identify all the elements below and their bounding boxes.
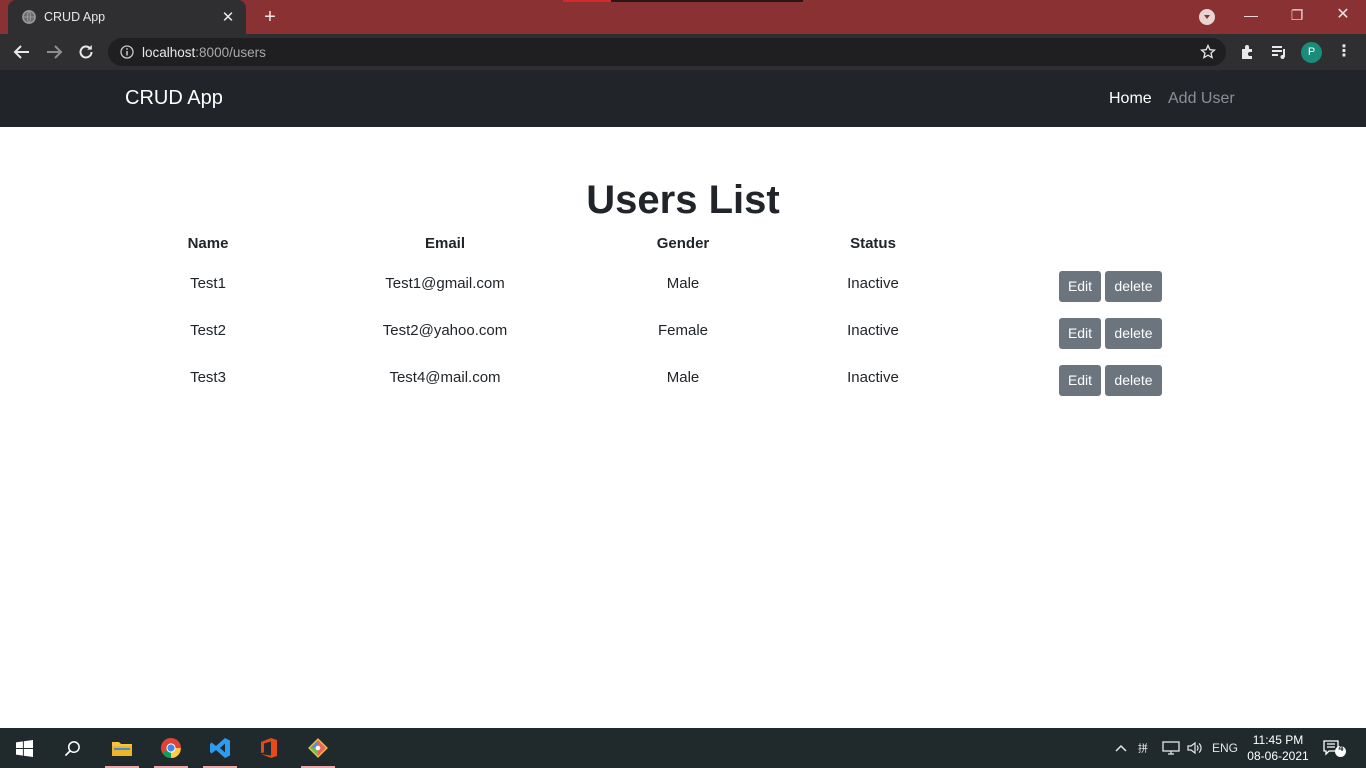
file-explorer-icon[interactable] [102, 728, 142, 768]
input-method-icon[interactable]: 拼 [1138, 728, 1156, 768]
cell-name: Test3 [190, 369, 226, 386]
cell-gender: Male [666, 275, 700, 292]
globe-icon [22, 10, 36, 24]
edit-button[interactable]: Edit [1059, 365, 1101, 396]
search-icon[interactable] [52, 728, 92, 768]
notification-center-icon[interactable]: 4 [1322, 728, 1348, 768]
delete-button[interactable]: delete [1105, 271, 1162, 302]
minimize-icon[interactable]: — [1228, 0, 1274, 34]
tray-overflow-icon[interactable] [1114, 728, 1130, 768]
cell-email: Test2@yahoo.com [382, 322, 508, 339]
chrome-icon[interactable] [151, 728, 191, 768]
browser-tabstrip: CRUD App ✕ + — ❐ ✕ [0, 0, 1366, 34]
forward-icon[interactable] [42, 40, 66, 64]
cell-name: Test2 [190, 322, 226, 339]
network-icon[interactable] [1162, 728, 1180, 768]
clock-time: 11:45 PM [1252, 733, 1304, 747]
back-icon[interactable] [10, 40, 34, 64]
cell-gender: Female [657, 322, 709, 339]
tab-title: CRUD App [44, 10, 106, 24]
notification-count: 4 [1338, 743, 1344, 753]
profile-avatar[interactable]: P [1301, 42, 1322, 63]
bookmark-star-icon[interactable] [1199, 43, 1217, 60]
url-path: :8000/users [195, 44, 266, 60]
vscode-icon[interactable] [200, 728, 240, 768]
app-navbar: CRUD App Home Add User [0, 70, 1366, 127]
cell-name: Test1 [190, 275, 226, 292]
address-bar[interactable]: localhost:8000/users [108, 38, 1226, 66]
media-control-icon[interactable] [1270, 43, 1288, 61]
cell-email: Test4@mail.com [389, 369, 501, 386]
browser-tab[interactable]: CRUD App ✕ [8, 0, 246, 34]
page-title: Users List [586, 178, 780, 222]
edit-button[interactable]: Edit [1059, 271, 1101, 302]
browser-menu-icon[interactable]: ⋮ [1336, 42, 1352, 62]
svg-text:拼: 拼 [1138, 742, 1148, 755]
nav-link-add-user[interactable]: Add User [1168, 90, 1235, 108]
new-tab-icon[interactable]: + [258, 5, 282, 29]
reload-icon[interactable] [74, 40, 98, 64]
cell-email: Test1@gmail.com [385, 275, 505, 292]
cell-gender: Male [666, 369, 700, 386]
cell-status: Inactive [847, 275, 899, 292]
tab-close-icon[interactable]: ✕ [220, 8, 236, 26]
navbar-brand[interactable]: CRUD App [125, 87, 223, 110]
column-header-email: Email [424, 235, 466, 252]
restore-icon[interactable]: ❐ [1274, 0, 1320, 34]
edit-button[interactable]: Edit [1059, 318, 1101, 349]
clock-date: 08-06-2021 [1247, 749, 1309, 763]
cell-status: Inactive [847, 369, 899, 386]
volume-icon[interactable] [1186, 728, 1204, 768]
nav-link-home[interactable]: Home [1109, 90, 1152, 108]
office-icon[interactable] [249, 728, 289, 768]
url-host: localhost [142, 44, 196, 60]
column-header-name: Name [187, 235, 229, 252]
windows-taskbar: 拼 ENG 11:45 PM 08-06-2021 4 [0, 728, 1366, 768]
url-text: localhost:8000/users [142, 45, 266, 60]
browser-toolbar: localhost:8000/users P ⋮ [0, 34, 1366, 70]
column-header-status: Status [850, 235, 896, 252]
tabstrip-accent-red [563, 0, 611, 2]
language-indicator[interactable]: ENG [1212, 728, 1240, 768]
window-close-icon[interactable]: ✕ [1320, 0, 1366, 34]
start-icon[interactable] [4, 728, 44, 768]
extensions-icon[interactable] [1239, 43, 1257, 61]
delete-button[interactable]: delete [1105, 365, 1162, 396]
info-icon[interactable] [120, 45, 134, 59]
delete-button[interactable]: delete [1105, 318, 1162, 349]
git-app-icon[interactable] [298, 728, 338, 768]
system-clock[interactable]: 11:45 PM 08-06-2021 [1244, 732, 1312, 764]
cell-status: Inactive [847, 322, 899, 339]
column-header-gender: Gender [656, 235, 710, 252]
tab-search-icon[interactable] [1199, 9, 1215, 25]
